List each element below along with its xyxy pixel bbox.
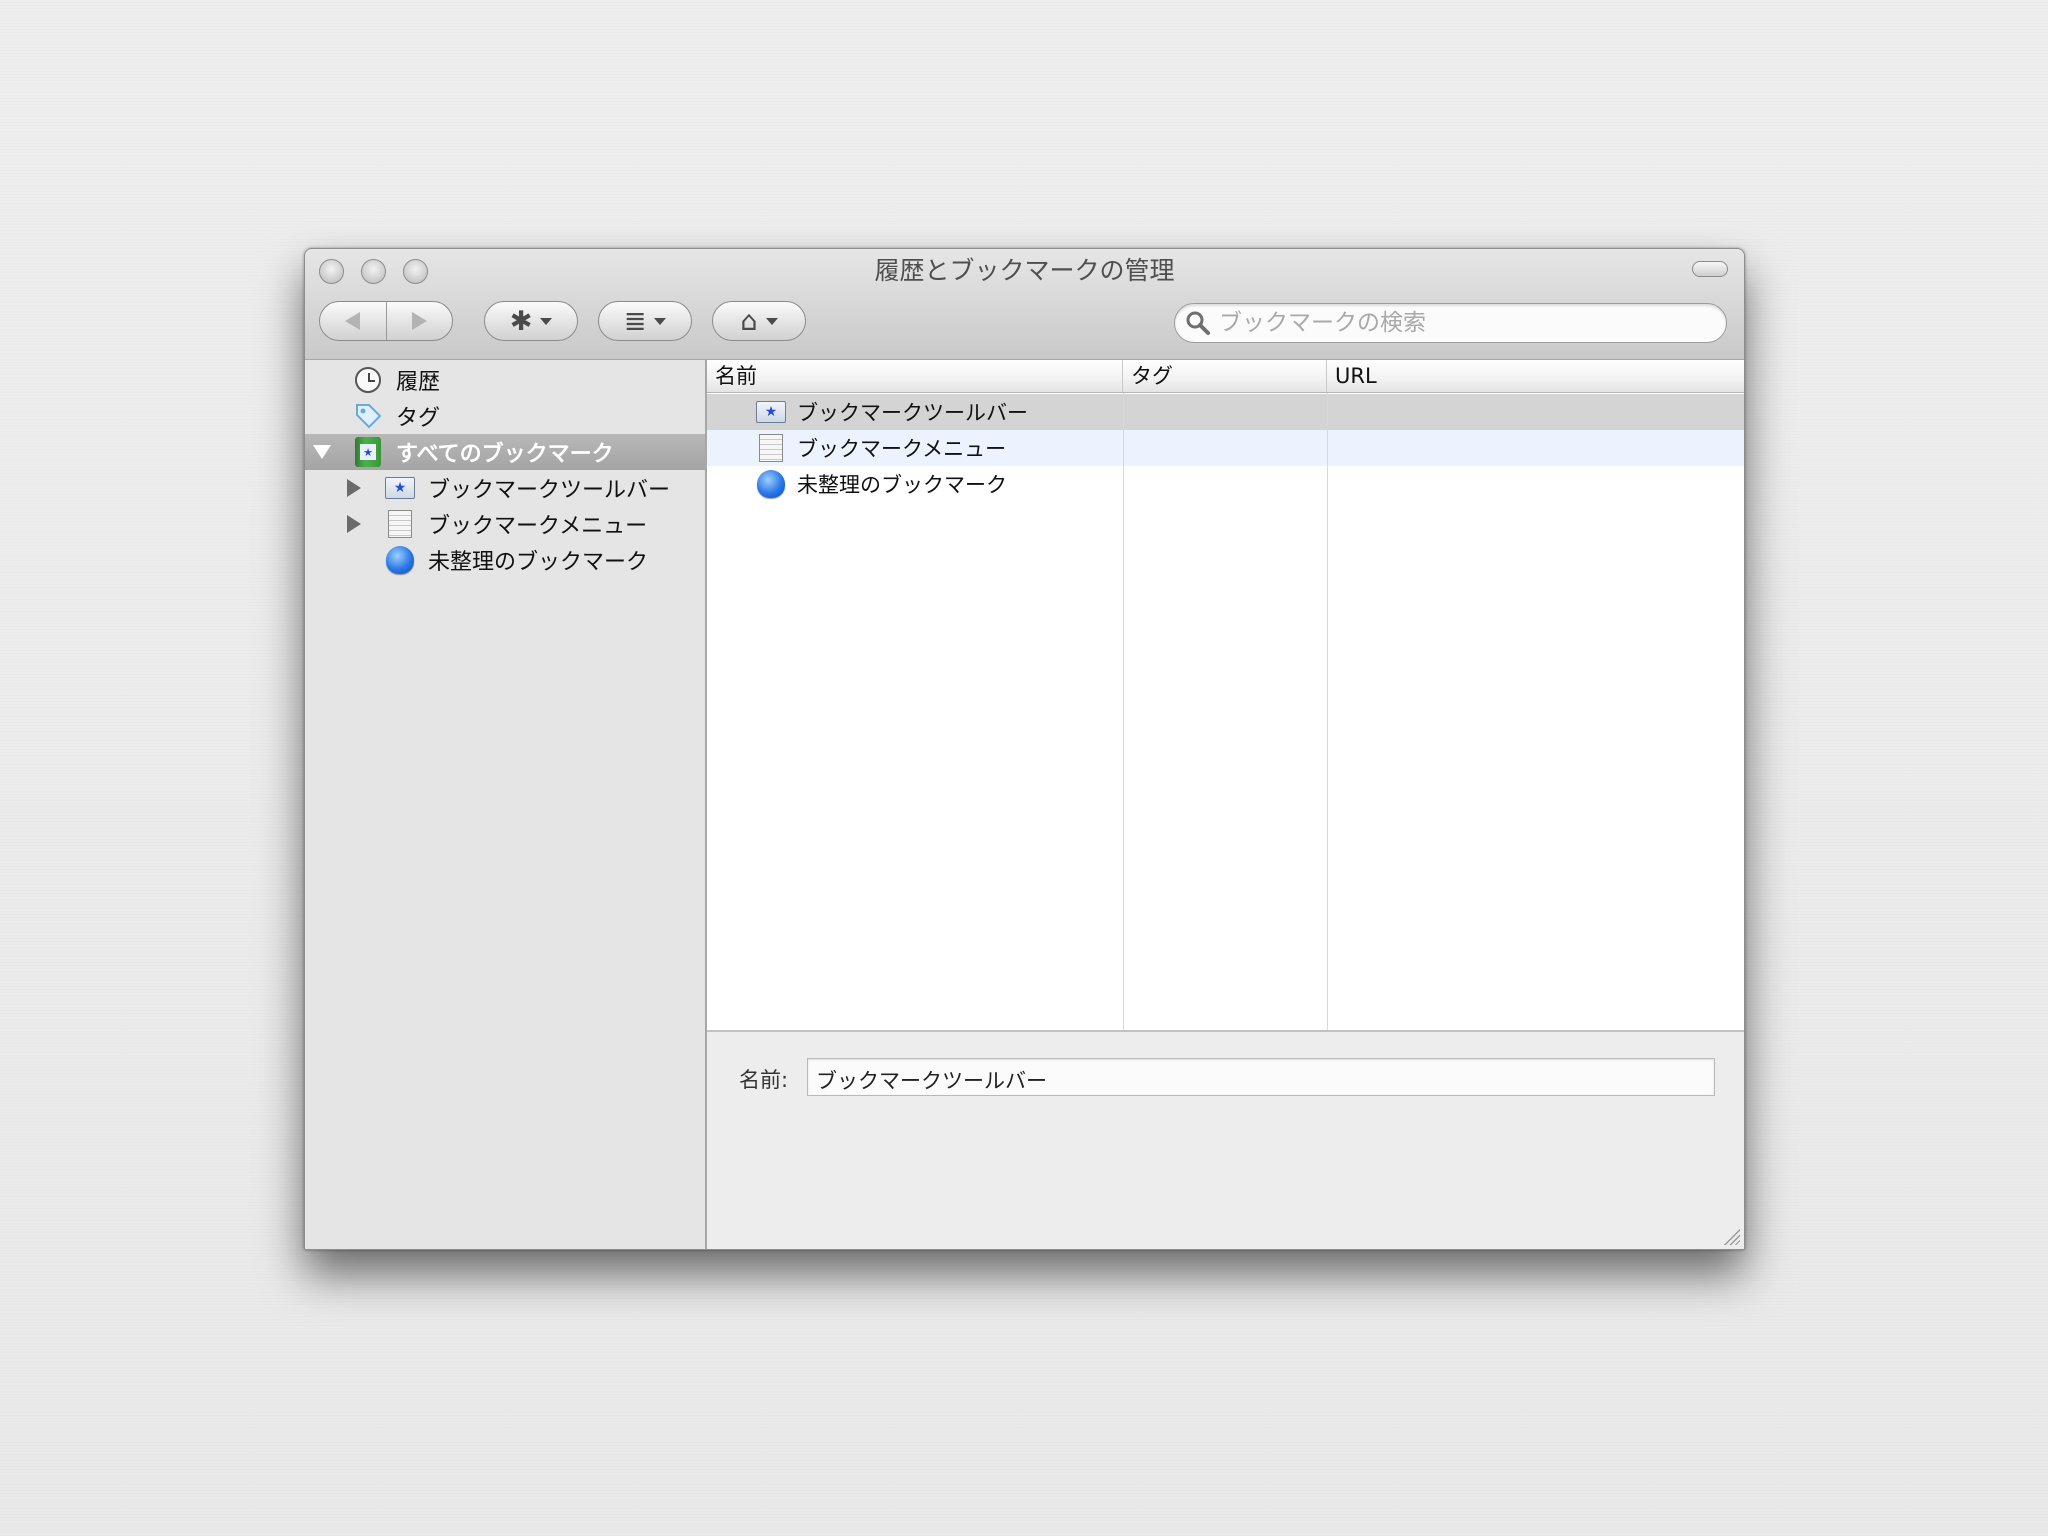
column-divider <box>1327 393 1328 1030</box>
name-field[interactable]: ブックマークツールバー <box>807 1058 1715 1096</box>
search-input[interactable] <box>1217 309 1701 337</box>
list-row-name: ブックマークメニュー <box>797 437 1007 461</box>
sidebar-item-bookmark-menu[interactable]: ブックマークメニュー <box>305 506 705 542</box>
bookmark-menu-icon <box>755 432 787 464</box>
column-header-name[interactable]: 名前 <box>707 360 1123 392</box>
list-body: ★ ブックマークツールバー ブックマークメニュー 未整理のブックマーク <box>707 393 1744 1030</box>
sidebar-item-label: すべてのブックマーク <box>396 442 614 467</box>
bookmark-list-pane: 名前 タグ URL ★ ブックマークツールバー ブックマークメニュー 未整理のブ… <box>707 360 1744 1249</box>
clock-icon <box>353 365 383 395</box>
list-row-name: ブックマークツールバー <box>797 401 1028 425</box>
disclosure-triangle-expanded[interactable] <box>313 445 331 459</box>
sidebar-item-label: ブックマークツールバー <box>428 478 671 503</box>
search-icon <box>1186 311 1210 335</box>
back-arrow-icon <box>345 312 361 330</box>
forward-button[interactable] <box>385 302 453 340</box>
sidebar: 履歴 タグ ★ すべてのブックマーク ★ ブックマークツールバー ブックマークメ… <box>305 360 707 1249</box>
organize-button[interactable]: ✱ <box>484 301 578 341</box>
list-icon: ≣ <box>623 305 647 337</box>
chevron-down-icon <box>654 317 667 325</box>
name-label: 名前: <box>739 1068 789 1092</box>
column-header-row: 名前 タグ URL <box>707 360 1744 393</box>
sidebar-item-label: タグ <box>396 406 441 431</box>
sidebar-item-label: 未整理のブックマーク <box>428 550 649 575</box>
back-button[interactable] <box>320 302 386 340</box>
sidebar-item-all-bookmarks[interactable]: ★ すべてのブックマーク <box>305 434 705 470</box>
unsorted-bookmarks-icon <box>755 468 787 500</box>
bookmarks-library-icon: ★ <box>353 437 383 467</box>
sidebar-item-history[interactable]: 履歴 <box>305 362 705 398</box>
list-row-name: 未整理のブックマーク <box>797 473 1007 497</box>
column-divider <box>1123 393 1124 1030</box>
star-house-icon: ⌂ <box>740 305 758 337</box>
column-header-tags[interactable]: タグ <box>1123 360 1327 392</box>
list-row-bookmark-toolbar[interactable]: ★ ブックマークツールバー <box>707 394 1744 430</box>
import-backup-button[interactable]: ⌂ <box>712 301 806 341</box>
disclosure-triangle-collapsed[interactable] <box>347 479 361 497</box>
gear-icon: ✱ <box>509 305 533 337</box>
sidebar-item-unsorted-bookmarks[interactable]: 未整理のブックマーク <box>305 542 705 578</box>
window-toolbar: 履歴とブックマークの管理 ✱ ≣ ⌂ <box>305 249 1744 360</box>
list-row-bookmark-menu[interactable]: ブックマークメニュー <box>707 430 1744 466</box>
sidebar-item-bookmark-toolbar[interactable]: ★ ブックマークツールバー <box>305 470 705 506</box>
tag-icon <box>353 401 383 431</box>
unsorted-bookmarks-icon <box>385 545 415 575</box>
chevron-down-icon <box>540 317 553 325</box>
toolbar-toggle-button[interactable] <box>1692 261 1728 277</box>
views-button[interactable]: ≣ <box>598 301 692 341</box>
sidebar-item-label: ブックマークメニュー <box>428 514 648 539</box>
window-title: 履歴とブックマークの管理 <box>874 256 1175 285</box>
list-row-unsorted-bookmarks[interactable]: 未整理のブックマーク <box>707 466 1744 502</box>
forward-arrow-icon <box>411 312 427 330</box>
back-forward-control <box>319 301 453 341</box>
bookmark-toolbar-icon: ★ <box>385 473 415 503</box>
sidebar-item-label: 履歴 <box>396 370 441 395</box>
library-window: 履歴とブックマークの管理 ✱ ≣ ⌂ ブックマークの検索 履歴 タグ ★ すべて… <box>304 248 1745 1250</box>
chevron-down-icon <box>765 317 778 325</box>
details-pane: 名前: ブックマークツールバー <box>707 1030 1744 1249</box>
bookmark-toolbar-icon: ★ <box>755 396 787 428</box>
resize-grip-icon[interactable] <box>1722 1227 1740 1245</box>
disclosure-triangle-collapsed[interactable] <box>347 515 361 533</box>
bookmark-menu-icon <box>385 509 415 539</box>
search-field[interactable] <box>1174 303 1727 343</box>
column-header-url[interactable]: URL <box>1327 360 1744 392</box>
sidebar-item-tags[interactable]: タグ <box>305 398 705 434</box>
